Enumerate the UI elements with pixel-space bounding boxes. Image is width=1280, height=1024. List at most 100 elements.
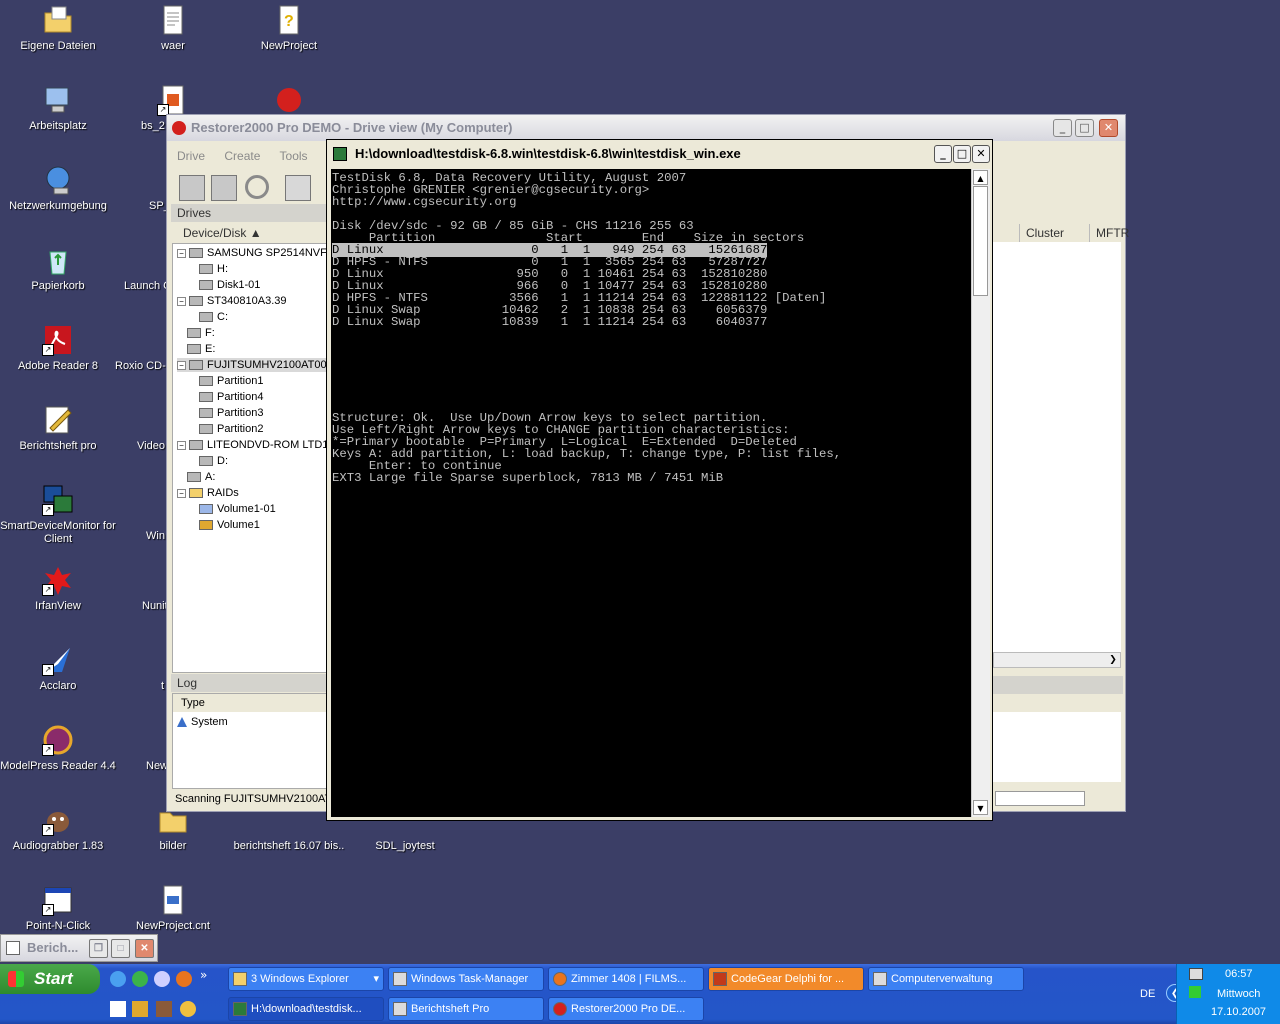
tree-item-partition3[interactable]: Partition3 xyxy=(199,406,263,420)
tree-item-e[interactable]: E: xyxy=(187,342,215,356)
console-scrollbar[interactable]: ▲ ▼ xyxy=(971,169,990,817)
device-column-header[interactable]: Device/Disk ▲ xyxy=(173,224,323,242)
menu-create[interactable]: Create xyxy=(224,149,260,163)
log-pane-title: Log xyxy=(171,674,327,692)
tree-item-d[interactable]: D: xyxy=(199,454,228,468)
tree-item-samsung[interactable]: − SAMSUNG SP2514NVF1 xyxy=(177,246,328,260)
testdisk-console-window[interactable]: H:\download\testdisk-6.8.win\testdisk-6.… xyxy=(326,139,993,821)
app-icon[interactable] xyxy=(132,1001,148,1017)
drive-tree[interactable]: − SAMSUNG SP2514NVF1 H: Disk1-01 − ST34081… xyxy=(172,243,329,673)
drive-tool-icon[interactable] xyxy=(179,175,205,201)
firefox-icon[interactable] xyxy=(176,971,192,987)
tree-item-st340810[interactable]: − ST340810A3.39 xyxy=(177,294,287,308)
ie-icon[interactable] xyxy=(110,971,126,987)
scroll-thumb[interactable] xyxy=(973,186,988,296)
tree-item-volume1[interactable]: Volume1 xyxy=(199,518,260,532)
console-minimize-button[interactable]: _ xyxy=(934,145,952,163)
partition-row[interactable]: D Linux Swap 10839 1 1 11214 254 63 6040… xyxy=(332,315,767,329)
notepad-pencil-icon[interactable] xyxy=(110,1001,126,1017)
tree-item-partition4[interactable]: Partition4 xyxy=(199,390,263,404)
tree-item-partition2[interactable]: Partition2 xyxy=(199,422,263,436)
tree-item-fujitsu[interactable]: − FUJITSUMHV2100AT00 xyxy=(177,358,327,372)
scroll-right-icon[interactable]: ❯ xyxy=(1106,653,1120,667)
tree-item-c[interactable]: C: xyxy=(199,310,228,324)
desktop-icon-point-n-click[interactable]: ↗ Point-N-Click xyxy=(0,884,116,933)
desktop-icon-label: Adobe Reader 8 xyxy=(17,360,99,372)
desktop-icon-adobe-reader[interactable]: ↗ Adobe Reader 8 xyxy=(0,324,116,373)
console-line: http://www.cgsecurity.org xyxy=(332,195,517,209)
restore-button[interactable]: ❐ xyxy=(89,939,108,958)
maximize-button[interactable]: □ xyxy=(111,939,130,958)
app-icon[interactable] xyxy=(180,1001,196,1017)
console-titlebar[interactable]: H:\download\testdisk-6.8.win\testdisk-6.… xyxy=(327,140,992,168)
desktop-icon-newproject[interactable]: ? NewProject xyxy=(231,4,347,53)
desktop-icon-label: Netzwerkumgebung xyxy=(9,200,107,212)
desktop-icon-modelpress[interactable]: ↗ ModelPress Reader 4.4 xyxy=(0,724,116,773)
desktop-icon-label: SDL_joytest xyxy=(375,840,435,852)
scroll-down-icon[interactable]: ▼ xyxy=(973,800,988,815)
drive-icon xyxy=(199,264,213,275)
task-berichtsheft[interactable]: Berichtsheft Pro xyxy=(388,997,544,1021)
copy-tool-icon[interactable] xyxy=(285,175,311,201)
desktop-icon-arbeitsplatz[interactable]: Arbeitsplatz xyxy=(0,84,116,133)
tree-item-raids[interactable]: − RAIDs xyxy=(177,486,239,500)
close-button[interactable]: ✕ xyxy=(1099,119,1118,137)
task-firefox[interactable]: Zimmer 1408 | FILMS... xyxy=(548,967,704,991)
desktop-icon-eigene-dateien[interactable]: Eigene Dateien xyxy=(0,4,116,53)
console-close-button[interactable]: ✕ xyxy=(972,145,990,163)
clock-time[interactable]: 06:57 xyxy=(1225,968,1253,980)
tree-item-volume1-01[interactable]: Volume1-01 xyxy=(199,502,276,516)
tree-item-f[interactable]: F: xyxy=(187,326,215,340)
desktop-icon-smartdevicemonitor[interactable]: ↗ SmartDeviceMonitor for Client xyxy=(0,484,116,546)
console-output[interactable]: TestDisk 6.8, Data Recovery Utility, Aug… xyxy=(331,169,971,817)
more-chevron-icon[interactable]: » xyxy=(200,968,207,982)
menu-tools[interactable]: Tools xyxy=(280,149,308,163)
tree-item-liteon[interactable]: − LITEONDVD-ROM LTD1 xyxy=(177,438,328,452)
cluster-column-header[interactable]: Cluster xyxy=(1019,224,1089,242)
desktop-icon-audiograbber[interactable]: ↗ Audiograbber 1.83 xyxy=(0,804,116,853)
console-maximize-button[interactable]: □ xyxy=(953,145,971,163)
desktop-icon-irfanview[interactable]: ↗ IrfanView xyxy=(0,564,116,613)
language-indicator[interactable]: DE xyxy=(1140,988,1155,1000)
desktop-icon-acclaro[interactable]: ↗ Acclaro xyxy=(0,644,116,693)
start-button[interactable]: Start xyxy=(0,964,100,994)
task-computerverwaltung[interactable]: Computerverwaltung xyxy=(868,967,1024,991)
desktop-icon-netzwerkumgebung[interactable]: Netzwerkumgebung xyxy=(0,164,116,213)
right-list-area[interactable] xyxy=(993,242,1121,666)
restorer-titlebar[interactable]: Restorer2000 Pro DEMO - Drive view (My C… xyxy=(167,115,1125,141)
tree-item-disk1-01[interactable]: Disk1-01 xyxy=(199,278,260,292)
removable-drive-icon xyxy=(187,344,201,355)
minimize-button[interactable]: _ xyxy=(1053,119,1072,137)
task-windows-explorer[interactable]: 3 Windows Explorer ▾ xyxy=(228,967,384,991)
task-codegear-delphi[interactable]: CodeGear Delphi for ... xyxy=(708,967,864,991)
minimized-window[interactable]: Berich... ❐ □ ✕ xyxy=(0,934,158,962)
desktop-icon-waer[interactable]: waer xyxy=(115,4,231,53)
clock-day: Mittwoch xyxy=(1217,988,1261,1000)
tree-item-h[interactable]: H: xyxy=(199,262,228,276)
desktop-icon-newproject-cnt[interactable]: NewProject.cnt xyxy=(115,884,231,933)
log-type-header[interactable]: Type xyxy=(173,694,328,712)
menu-drive[interactable]: Drive xyxy=(177,149,205,163)
tray-app-icon[interactable] xyxy=(1189,986,1201,998)
media-icon[interactable] xyxy=(154,971,170,987)
task-testdisk[interactable]: H:\download\testdisk... xyxy=(228,997,384,1021)
right-hscroll[interactable]: ❯ xyxy=(993,652,1121,668)
network-tool-icon[interactable] xyxy=(211,175,237,201)
help-file-icon xyxy=(157,884,189,916)
task-restorer[interactable]: Restorer2000 Pro DE... xyxy=(548,997,704,1021)
refresh-icon[interactable] xyxy=(245,175,269,199)
network-status-icon[interactable] xyxy=(1189,968,1203,980)
app-icon[interactable] xyxy=(156,1001,172,1017)
messenger-icon[interactable] xyxy=(132,971,148,987)
tree-item-a[interactable]: A: xyxy=(187,470,215,484)
hard-disk-icon xyxy=(189,248,203,259)
scroll-up-icon[interactable]: ▲ xyxy=(973,170,988,185)
task-task-manager[interactable]: Windows Task-Manager xyxy=(388,967,544,991)
tree-item-partition1[interactable]: Partition1 xyxy=(199,374,263,388)
maximize-button[interactable]: □ xyxy=(1075,119,1094,137)
desktop-icon-papierkorb[interactable]: Papierkorb xyxy=(0,244,116,293)
mftr-column-header[interactable]: MFTR xyxy=(1089,224,1129,242)
desktop-icon-berichtsheft-pro[interactable]: Berichtsheft pro xyxy=(0,404,116,453)
close-button[interactable]: ✕ xyxy=(135,939,154,958)
raid-volume-icon xyxy=(199,520,213,531)
